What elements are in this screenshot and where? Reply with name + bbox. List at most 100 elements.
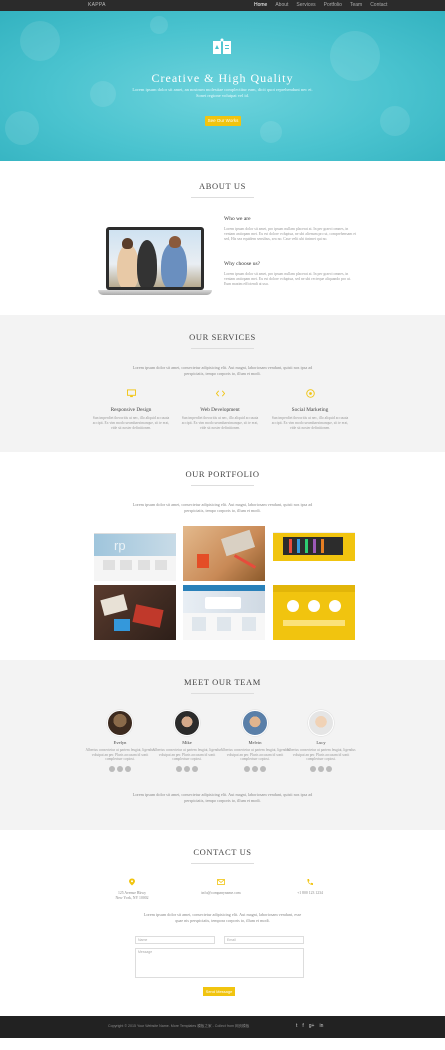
bokeh-decoration — [380, 106, 410, 136]
portfolio-item[interactable] — [183, 526, 265, 581]
facebook-icon[interactable] — [184, 765, 190, 772]
target-icon — [305, 389, 315, 398]
facebook-icon[interactable] — [252, 765, 258, 772]
team-member-lucy: Lucy Albertus consectetur ut partem feug… — [286, 710, 356, 772]
contact-address: 125 Avenue Bkwy New York, NY 10002 — [92, 878, 172, 901]
title-divider — [191, 485, 254, 486]
nav-menu: Home About Services Portfolio Team Conta… — [254, 2, 387, 8]
service-title: Web Development — [200, 407, 240, 413]
linkedin-icon[interactable]: in — [319, 1023, 323, 1029]
member-name: Melvin — [248, 740, 262, 745]
services-intro: Lorem ipsum dolor sit amet, consectetur … — [132, 365, 313, 376]
nav-item-services[interactable]: Services — [296, 2, 315, 8]
member-bio: Albertus consectetur ut partem feugiat, … — [220, 748, 290, 762]
title-divider — [191, 197, 254, 198]
twitter-icon[interactable] — [176, 765, 182, 772]
title-divider — [191, 863, 254, 864]
who-we-are-text: Lorem ipsum dolor sit amet, pro ipsum nu… — [224, 227, 357, 241]
section-title-team: MEET OUR TEAM — [184, 677, 261, 687]
team-outro: Lorem ipsum dolor sit amet, consectetur … — [132, 792, 313, 803]
portfolio-item[interactable] — [273, 585, 355, 640]
facebook-icon[interactable] — [318, 765, 324, 772]
services-section: OUR SERVICES Lorem ipsum dolor sit amet,… — [0, 315, 445, 452]
member-name: Evelyn — [113, 740, 127, 745]
facebook-icon[interactable]: f — [302, 1023, 303, 1029]
twitter-icon[interactable] — [244, 765, 250, 772]
team-member-melvin: Melvin Albertus consectetur ut partem fe… — [220, 710, 290, 772]
send-message-button[interactable]: Send Message — [203, 987, 235, 996]
avatar — [174, 710, 200, 736]
avatar — [242, 710, 268, 736]
nav-item-home[interactable]: Home — [254, 2, 267, 8]
message-textarea[interactable]: Message — [135, 948, 304, 978]
who-we-are-heading: Who we are — [224, 216, 251, 222]
see-works-button[interactable]: See Our Works — [205, 116, 241, 126]
portfolio-item[interactable]: rp — [94, 526, 176, 581]
member-bio: Albertus consectetur ut partem feugiat, … — [286, 748, 356, 762]
monitor-icon — [126, 389, 136, 398]
email-field[interactable]: Email — [224, 936, 304, 944]
twitter-icon[interactable] — [109, 765, 115, 772]
nav-item-portfolio[interactable]: Portfolio — [324, 2, 342, 8]
linkedin-icon[interactable] — [125, 765, 131, 772]
portfolio-item[interactable] — [183, 585, 265, 640]
phone-text[interactable]: +1 800 123 1234 — [270, 891, 350, 896]
contact-email: info@companyname.com — [181, 878, 261, 896]
book-logo-icon — [213, 38, 231, 54]
contact-intro: Lorem ipsum dolor sit amet, consectetur … — [143, 912, 302, 923]
section-title-about: ABOUT US — [199, 181, 246, 191]
email-text[interactable]: info@companyname.com — [181, 891, 261, 896]
contact-phone: +1 800 123 1234 — [270, 878, 350, 896]
section-title-contact: CONTACT US — [193, 847, 252, 857]
twitter-icon[interactable]: t — [296, 1023, 297, 1029]
service-title: Responsive Design — [110, 407, 152, 413]
bokeh-decoration — [20, 21, 60, 61]
linkedin-icon[interactable] — [260, 765, 266, 772]
linkedin-icon[interactable] — [326, 765, 332, 772]
linkedin-icon[interactable] — [192, 765, 198, 772]
hero-title: Creative & High Quality — [151, 71, 294, 85]
laptop-image — [98, 227, 212, 297]
nav-item-about[interactable]: About — [275, 2, 288, 8]
why-choose-us-heading: Why choose us? — [224, 261, 261, 267]
service-title: Social Marketing — [291, 407, 329, 413]
hero-banner: Creative & High Quality Lorem ipsum dolo… — [0, 11, 445, 161]
brand-logo[interactable]: KAPPA — [88, 2, 106, 8]
top-navbar: KAPPA Home About Services Portfolio Team… — [0, 0, 445, 11]
hero-subtitle: Lorem ipsum dolor sit amet, an nostrum m… — [132, 87, 313, 98]
footer-social-links: t f g+ in — [296, 1023, 323, 1029]
nav-item-team[interactable]: Team — [350, 2, 362, 8]
service-text: Sun imperdiet theocritis ut nec, illo al… — [92, 416, 170, 430]
map-pin-icon — [129, 878, 135, 886]
portfolio-item[interactable] — [94, 585, 176, 640]
portfolio-item[interactable] — [273, 526, 355, 581]
footer: Copyright © 2015 Your Website Name. More… — [0, 1016, 445, 1038]
title-divider — [191, 693, 254, 694]
team-section: MEET OUR TEAM Evelyn Albertus consectetu… — [0, 660, 445, 830]
service-social: Social Marketing Sun imperdiet theocriti… — [270, 389, 350, 430]
team-photo — [109, 230, 201, 287]
twitter-icon[interactable] — [310, 765, 316, 772]
title-divider — [191, 348, 254, 349]
team-member-evelyn: Evelyn Albertus consectetur ut partem fe… — [85, 710, 155, 772]
copyright-text: Copyright © 2015 Your Website Name. More… — [108, 1024, 250, 1028]
member-bio: Albertus consectetur ut partem feugiat, … — [85, 748, 155, 762]
envelope-icon — [217, 879, 225, 885]
bokeh-decoration — [260, 121, 282, 143]
facebook-icon[interactable] — [117, 765, 123, 772]
name-field[interactable]: Name — [135, 936, 215, 944]
address-text: 125 Avenue Bkwy New York, NY 10002 — [115, 891, 149, 900]
section-title-portfolio: OUR PORTFOLIO — [185, 469, 260, 479]
portfolio-intro: Lorem ipsum dolor sit amet, consectetur … — [132, 502, 313, 513]
member-bio: Albertus consectetur ut partem feugiat, … — [152, 748, 222, 762]
avatar — [107, 710, 133, 736]
avatar — [308, 710, 334, 736]
bokeh-decoration — [150, 16, 168, 34]
team-member-mike: Mike Albertus consectetur ut partem feug… — [152, 710, 222, 772]
section-title-services: OUR SERVICES — [189, 332, 256, 342]
about-section: ABOUT US Who we are Lorem ipsum dolor si… — [0, 161, 445, 315]
contact-section: CONTACT US 125 Avenue Bkwy New York, NY … — [0, 830, 445, 1016]
nav-item-contact[interactable]: Contact — [370, 2, 387, 8]
google-plus-icon[interactable]: g+ — [309, 1023, 315, 1029]
portfolio-section: OUR PORTFOLIO Lorem ipsum dolor sit amet… — [0, 452, 445, 660]
